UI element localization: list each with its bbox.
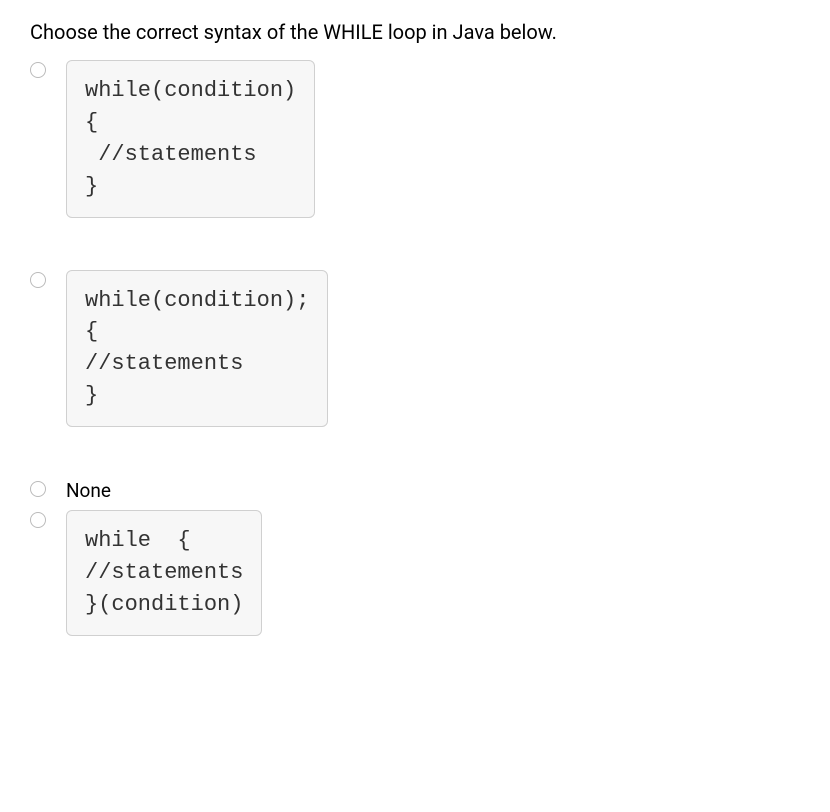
option-2[interactable]: while(condition); { //statements } [30, 270, 800, 428]
radio-icon[interactable] [30, 512, 46, 528]
code-block-4: while { //statements }(condition) [66, 510, 262, 636]
option-1[interactable]: while(condition) { //statements } [30, 60, 800, 218]
option-text-none: None [66, 479, 111, 502]
radio-icon[interactable] [30, 481, 46, 497]
code-block-1: while(condition) { //statements } [66, 60, 315, 218]
question-text: Choose the correct syntax of the WHILE l… [30, 20, 800, 44]
radio-icon[interactable] [30, 62, 46, 78]
option-4[interactable]: while { //statements }(condition) [30, 510, 800, 636]
code-block-2: while(condition); { //statements } [66, 270, 328, 428]
radio-icon[interactable] [30, 272, 46, 288]
option-3[interactable]: None [30, 479, 800, 502]
